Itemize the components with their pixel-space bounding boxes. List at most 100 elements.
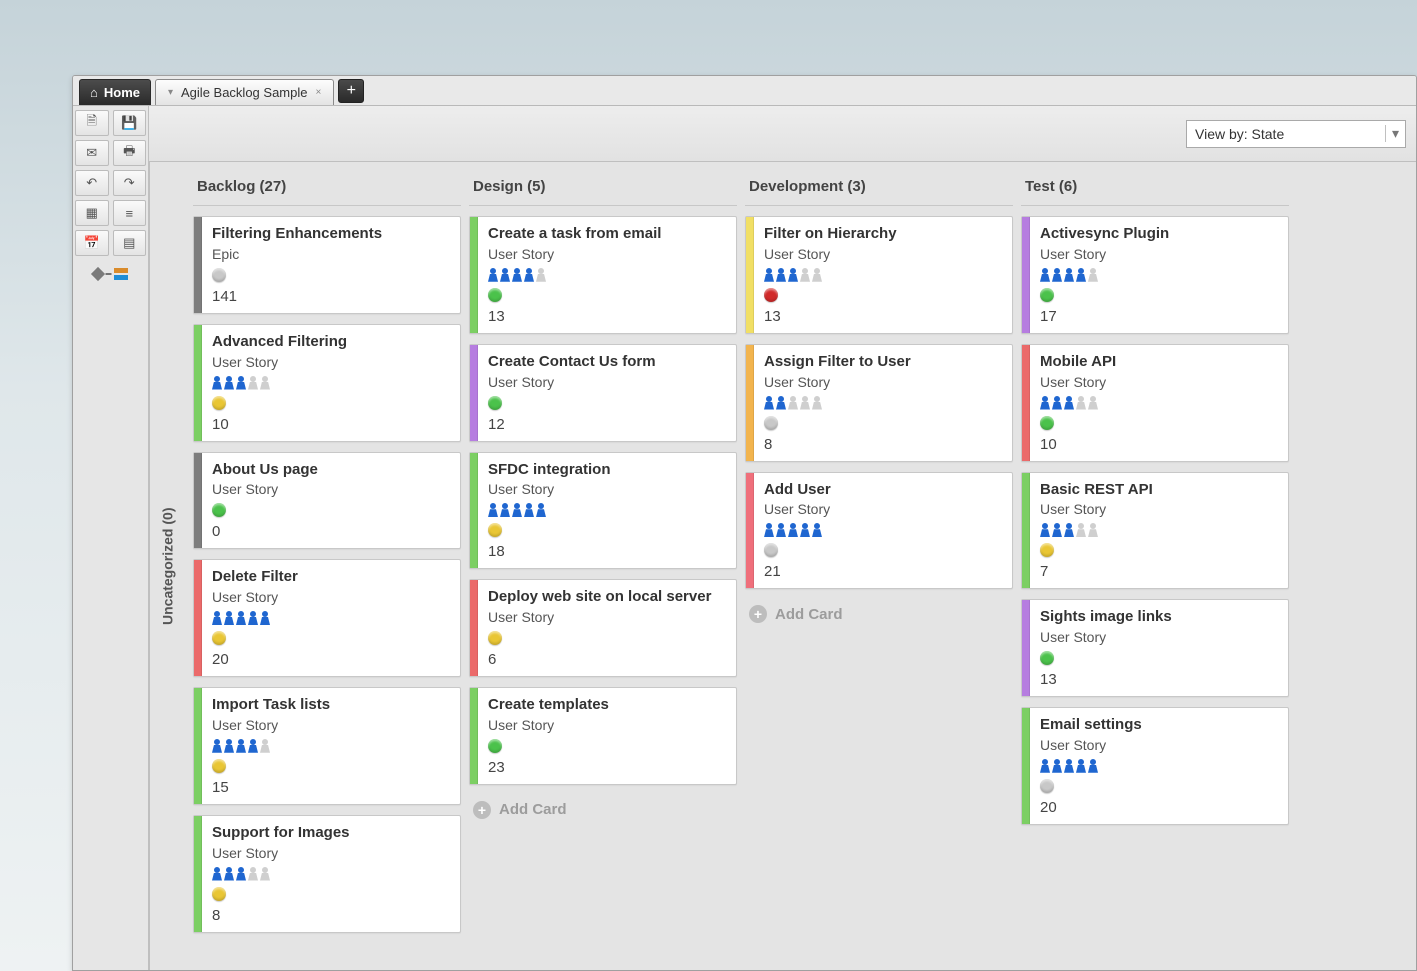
person-icon [1064,759,1074,773]
person-icon [1040,759,1050,773]
tab-menu-icon[interactable]: ▾ [166,87,175,98]
view-by-select[interactable]: View by: State ▾ [1186,120,1406,148]
card-status-row [212,631,450,645]
new-doc-button[interactable]: 🗎 [75,110,109,136]
person-icon [212,867,222,881]
card-type: User Story [1040,246,1278,262]
status-dot [764,543,778,557]
person-icon [788,396,798,410]
card[interactable]: Create Contact Us formUser Story12 [469,344,737,442]
person-icon [1052,396,1062,410]
card-body: Filtering Enhancements Epic 141 [202,217,460,313]
person-icon [236,376,246,390]
add-card-button[interactable]: +Add Card [745,599,1013,629]
status-dot [1040,416,1054,430]
card-title: Filtering Enhancements [212,225,450,244]
card-title: Activesync Plugin [1040,225,1278,244]
person-icon [236,611,246,625]
person-icon [800,523,810,537]
legend-icon[interactable]: ⎯ [93,266,127,281]
card[interactable]: SFDC integrationUser Story18 [469,452,737,570]
print-button[interactable]: 🖶 [113,140,147,166]
card-status-row [488,631,726,645]
card[interactable]: Activesync PluginUser Story17 [1021,216,1289,334]
card-status-row [1040,416,1278,430]
card-title: Create Contact Us form [488,353,726,372]
card-points: 141 [212,288,450,305]
person-icon [236,867,246,881]
card-status-row [488,396,726,410]
person-icon [500,503,510,517]
person-icon [224,376,234,390]
card-status-row [764,543,1002,557]
view-bar: View by: State ▾ [149,106,1416,162]
status-dot [212,631,226,645]
add-tab-button[interactable]: + [338,79,364,103]
card[interactable]: Email settingsUser Story20 [1021,707,1289,825]
card-points: 8 [212,907,450,924]
card[interactable]: Delete FilterUser Story20 [193,559,461,677]
card[interactable]: Assign Filter to UserUser Story8 [745,344,1013,462]
card[interactable]: Import Task listsUser Story15 [193,687,461,805]
card-body: Create Contact Us formUser Story12 [478,345,736,441]
person-icon [1052,759,1062,773]
card[interactable]: Filter on HierarchyUser Story13 [745,216,1013,334]
card-points: 6 [488,651,726,668]
tab-home[interactable]: ⌂ Home [79,79,151,105]
card[interactable]: Create templatesUser Story23 [469,687,737,785]
card-type: User Story [212,481,450,497]
card-body: Assign Filter to UserUser Story8 [754,345,1012,461]
card[interactable]: Basic REST APIUser Story7 [1021,472,1289,590]
card[interactable]: Deploy web site on local serverUser Stor… [469,579,737,677]
person-icon [488,268,498,282]
uncategorized-lane[interactable]: Uncategorized (0) [149,162,185,970]
card-body: SFDC integrationUser Story18 [478,453,736,569]
card-title: Create a task from email [488,225,726,244]
column-header[interactable]: Test (6) [1021,172,1289,206]
column-header[interactable]: Backlog (27) [193,172,461,206]
card[interactable]: Sights image linksUser Story13 [1021,599,1289,697]
card-status-row [212,503,450,517]
card-stripe [194,560,202,676]
column-header[interactable]: Development (3) [745,172,1013,206]
card-people [1040,523,1278,537]
person-icon [800,268,810,282]
add-card-button[interactable]: +Add Card [469,795,737,825]
redo-button[interactable]: ↷ [113,170,147,196]
save-button[interactable]: 💾 [113,110,147,136]
card-title: Create templates [488,696,726,715]
card[interactable]: Advanced FilteringUser Story10 [193,324,461,442]
card[interactable]: Filtering Enhancements Epic 141 [193,216,461,314]
card-status-row [1040,651,1278,665]
plus-icon: + [473,801,491,819]
column-header[interactable]: Design (5) [469,172,737,206]
card-points: 13 [764,308,1002,325]
person-icon [764,268,774,282]
mail-button[interactable]: ✉ [75,140,109,166]
card[interactable]: Create a task from emailUser Story13 [469,216,737,334]
tab-document[interactable]: ▾ Agile Backlog Sample × [155,79,334,105]
undo-button[interactable]: ↶ [75,170,109,196]
card-type: Epic [212,246,450,262]
board-column: Backlog (27) Filtering Enhancements Epic 14… [193,172,461,960]
person-icon [1088,523,1098,537]
board-columns: Backlog (27) Filtering Enhancements Epic 14… [185,162,1416,970]
card-type: User Story [488,481,726,497]
card[interactable]: Mobile APIUser Story10 [1021,344,1289,462]
card[interactable]: Support for ImagesUser Story8 [193,815,461,933]
card-status-row [1040,543,1278,557]
card[interactable]: Add UserUser Story21 [745,472,1013,590]
card-points: 10 [1040,436,1278,453]
card-body: Mobile APIUser Story10 [1030,345,1288,461]
chevron-down-icon: ▾ [1385,125,1405,142]
card[interactable]: About Us pageUser Story0 [193,452,461,550]
grid-view-button[interactable]: ▦ [75,200,109,226]
card-view-button[interactable]: ▤ [113,230,147,256]
close-icon[interactable]: × [313,87,323,98]
person-icon [224,739,234,753]
card-status-row [488,288,726,302]
card-stripe [1022,217,1030,333]
calendar-button[interactable]: 📅 [75,230,109,256]
sliders-button[interactable]: ≡ [113,200,147,226]
card-type: User Story [764,246,1002,262]
